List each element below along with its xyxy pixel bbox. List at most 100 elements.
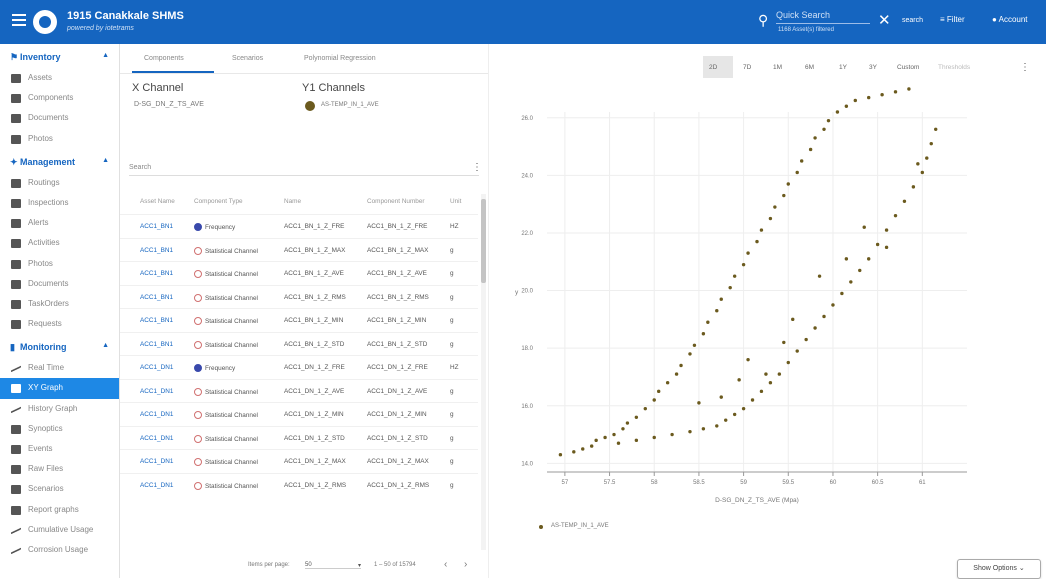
name-cell: ACC1_BN_1_Z_STD <box>284 340 345 348</box>
chevron-right-icon[interactable]: › <box>464 559 467 570</box>
asset-name-link[interactable]: ACC1_BN1 <box>140 223 173 230</box>
asset-name-link[interactable]: ACC1_DN1 <box>140 411 173 418</box>
data-point <box>665 381 670 385</box>
sidebar-item-history-graph[interactable]: History Graph <box>0 399 119 419</box>
asset-name-link[interactable]: ACC1_DN1 <box>140 388 173 395</box>
show-options-button[interactable]: Show Options ⌄ <box>957 559 1041 579</box>
tab-polynomial-regression[interactable]: Polynomial Regression <box>304 55 376 62</box>
y-tick-label: 18.0 <box>521 346 533 352</box>
filter-button[interactable]: ≡ Filter <box>940 15 965 24</box>
menu-icon[interactable] <box>12 14 26 26</box>
sidebar-item-alerts[interactable]: Alerts <box>0 213 119 233</box>
sidebar-item-requests[interactable]: Requests <box>0 314 119 334</box>
quick-search-input[interactable]: Quick Search <box>776 10 870 24</box>
sidebar-item-real-time[interactable]: Real Time <box>0 358 119 378</box>
search-icon[interactable]: ⚲ <box>758 12 768 29</box>
table-row[interactable]: ACC1_DN1 Statistical Channel ACC1_DN_1_Z_S… <box>120 425 478 450</box>
tab-components[interactable]: Components <box>144 55 184 62</box>
data-point <box>719 395 723 399</box>
sidebar-item-assets[interactable]: Assets <box>0 68 119 88</box>
xy-graph[interactable]: 14.0 16.0 18.0 20.0 22.0 24.0 26.0 57 57.5 58 58.5… <box>489 44 1046 578</box>
close-icon[interactable]: ✕ <box>878 11 891 29</box>
table-row[interactable]: ACC1_BN1 Statistical Channel ACC1_BN_1_Z_M… <box>120 308 478 332</box>
column-header[interactable]: Component Type <box>194 198 243 205</box>
sidebar-item-report-graphs[interactable]: Report graphs <box>0 500 119 520</box>
table-row[interactable]: ACC1_BN1 Statistical Channel ACC1_BN_1_Z_S… <box>120 331 478 356</box>
search-button[interactable]: search <box>902 17 923 24</box>
sidebar-item-documents[interactable]: Documents <box>0 108 119 128</box>
component-type-cell: Statistical Channel <box>194 340 258 349</box>
show-options-label: Show Options <box>973 565 1017 572</box>
unit-cell: g <box>450 481 454 489</box>
table-row[interactable]: ACC1_BN1 Statistical Channel ACC1_BN_1_Z_A… <box>120 261 478 285</box>
y-channel-value[interactable]: AS-TEMP_IN_1_AVE <box>321 102 379 108</box>
sidebar-item-cumulative-usage[interactable]: Cumulative Usage <box>0 520 119 540</box>
table-row[interactable]: ACC1_DN1 Frequency ACC1_DN_1_Z_FRE ACC1_DN_… <box>120 355 478 379</box>
table-row[interactable]: ACC1_BN1 Statistical Channel ACC1_BN_1_Z_M… <box>120 237 478 262</box>
tab-scenarios[interactable]: Scenarios <box>232 55 263 62</box>
asset-name-link[interactable]: ACC1_BN1 <box>140 270 173 277</box>
table-row[interactable]: ACC1_DN1 Statistical Channel ACC1_DN_1_Z_M… <box>120 449 478 473</box>
data-point <box>791 317 795 322</box>
column-header[interactable]: Name <box>284 198 301 205</box>
table-row[interactable]: ACC1_DN1 Statistical Channel ACC1_DN_1_Z_M… <box>120 402 478 426</box>
data-point <box>643 406 647 411</box>
sidebar-item-raw-files[interactable]: Raw Files <box>0 459 119 479</box>
unit-cell: g <box>450 411 454 418</box>
items-per-page-select[interactable]: 50 ▾ <box>305 562 361 569</box>
chevron-left-icon[interactable]: ‹ <box>444 559 447 570</box>
sidebar-item-synoptics[interactable]: Synoptics <box>0 419 119 439</box>
asset-name-link[interactable]: ACC1_BN1 <box>140 294 173 301</box>
component-type-label: Statistical Channel <box>205 459 258 466</box>
table-search-input[interactable]: Search <box>129 164 479 176</box>
y-channel-color-dot <box>305 101 315 111</box>
sidebar-section-inventory[interactable]: ⚑ Inventory ▲ <box>0 44 119 68</box>
asset-name-link[interactable]: ACC1_DN1 <box>140 364 173 371</box>
data-point <box>920 170 925 175</box>
scrollbar-thumb[interactable] <box>481 199 486 283</box>
table-row[interactable]: ACC1_DN1 Statistical Channel ACC1_DN_1_Z_R… <box>120 472 478 497</box>
sidebar-item-xy-graph[interactable]: XY Graph <box>0 378 119 399</box>
x-tick-label: 57.5 <box>604 480 616 486</box>
account-label: Account <box>998 15 1028 24</box>
asset-name-link[interactable]: ACC1_BN1 <box>140 247 173 254</box>
data-point <box>880 93 884 97</box>
sidebar-item-components[interactable]: Components <box>0 88 119 108</box>
sidebar-section-management[interactable]: ✦ Management ▲ <box>0 149 119 173</box>
table-row[interactable]: ACC1_BN1 Statistical Channel ACC1_BN_1_Z_R… <box>120 284 478 309</box>
account-button[interactable]: ● Account <box>992 15 1028 24</box>
sidebar-item-activities[interactable]: Activities <box>0 233 119 253</box>
x-channel-value[interactable]: D-SG_DN_Z_TS_AVE <box>134 101 204 108</box>
sidebar-item-inspections[interactable]: Inspections <box>0 193 119 213</box>
data-point <box>808 147 813 152</box>
asset-name-link[interactable]: ACC1_BN1 <box>140 317 173 324</box>
sidebar-section-monitoring[interactable]: ▮ Monitoring ▲ <box>0 334 119 358</box>
sidebar-item-photos[interactable]: Photos <box>0 129 119 149</box>
sidebar-item-routings[interactable]: Routings <box>0 173 119 193</box>
table-row[interactable]: ACC1_BN1 Frequency ACC1_BN_1_Z_FRE ACC1_BN_… <box>120 214 478 238</box>
column-header[interactable]: Unit <box>450 198 461 205</box>
table-row[interactable]: ACC1_DN1 Statistical Channel ACC1_DN_1_Z_A… <box>120 378 478 403</box>
sidebar-item-documents[interactable]: Documents <box>0 274 119 294</box>
asset-name-link[interactable]: ACC1_BN1 <box>140 341 173 348</box>
sidebar-item-scenarios[interactable]: Scenarios <box>0 479 119 499</box>
component-number-cell: ACC1_BN_1_Z_AVE <box>367 270 427 277</box>
component-type-cell: Statistical Channel <box>194 317 258 325</box>
component-type-cell: Statistical Channel <box>194 246 258 255</box>
sidebar-item-label: Requests <box>28 319 62 329</box>
asset-name-link[interactable]: ACC1_DN1 <box>140 482 173 489</box>
sidebar-item-corrosion-usage[interactable]: Corrosion Usage <box>0 540 119 560</box>
data-point <box>621 427 625 431</box>
data-point <box>813 136 817 140</box>
column-header[interactable]: Component Number <box>367 198 425 205</box>
more-vert-icon[interactable]: ⋮ <box>472 162 482 173</box>
column-header[interactable]: Asset Name <box>140 198 175 205</box>
asset-name-link[interactable]: ACC1_DN1 <box>140 435 173 442</box>
sidebar-item-photos[interactable]: Photos <box>0 254 119 274</box>
sidebar-item-taskorders[interactable]: TaskOrders <box>0 294 119 314</box>
asset-name-link[interactable]: ACC1_DN1 <box>140 458 173 465</box>
sidebar-item-events[interactable]: Events <box>0 439 119 459</box>
data-point <box>719 297 723 301</box>
component-number-cell: ACC1_BN_1_Z_MIN <box>367 317 427 324</box>
filter-icon: ≡ <box>940 15 947 24</box>
